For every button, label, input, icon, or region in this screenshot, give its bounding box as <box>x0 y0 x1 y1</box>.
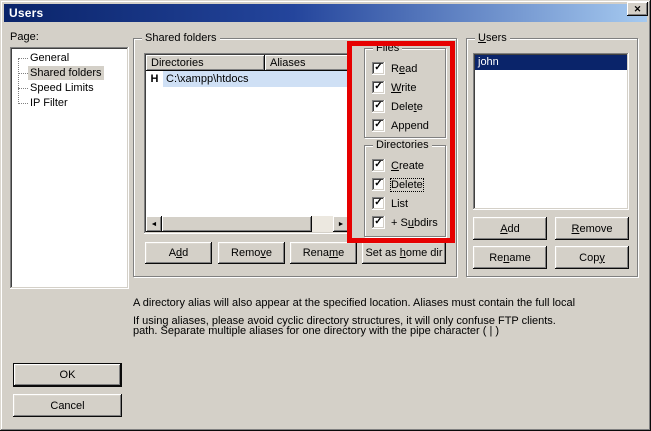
files-group-label: Files <box>373 42 402 54</box>
checkbox-files-append[interactable]: ✓ Append <box>372 119 429 132</box>
check-icon: ✓ <box>374 120 382 130</box>
checkbox-files-read[interactable]: ✓ Read <box>372 62 417 75</box>
horizontal-scrollbar[interactable]: ◄ ► <box>146 216 349 232</box>
checkbox[interactable]: ✓ <box>372 81 385 94</box>
checkbox-dirs-delete[interactable]: ✓ Delete <box>372 178 423 191</box>
checkbox-dirs-list[interactable]: ✓ List <box>372 197 408 210</box>
check-icon: ✓ <box>374 63 382 73</box>
shared-folders-group-label: Shared folders <box>142 32 220 44</box>
scrollbar-thumb[interactable] <box>162 216 312 232</box>
tree-line <box>18 103 28 104</box>
page-label: Page: <box>10 31 39 43</box>
directory-row[interactable]: H C:\xampp\htdocs <box>146 71 349 87</box>
check-icon: ✓ <box>374 198 382 208</box>
tree-item-shared-folders[interactable]: Shared folders <box>28 66 104 80</box>
directory-path[interactable]: C:\xampp\htdocs <box>163 71 349 87</box>
checkbox[interactable]: ✓ <box>372 216 385 229</box>
directories-list[interactable]: Directories Aliases H C:\xampp\htdocs ◄ … <box>144 53 351 234</box>
checkbox-dirs-create[interactable]: ✓ Create <box>372 159 424 172</box>
ok-button[interactable]: OK <box>13 363 122 387</box>
check-icon: ✓ <box>374 217 382 227</box>
alias-note-line2: If using aliases, please avoid cyclic di… <box>133 314 645 328</box>
rename-user-button[interactable]: Rename <box>473 246 547 269</box>
remove-folder-button[interactable]: Remove <box>218 242 285 264</box>
page-tree[interactable]: General Shared folders Speed Limits IP F… <box>10 47 129 289</box>
close-button[interactable]: ✕ <box>627 2 648 16</box>
checkbox[interactable]: ✓ <box>372 100 385 113</box>
checkbox-dirs-subdirs[interactable]: ✓ + Subdirs <box>372 216 438 229</box>
copy-user-button[interactable]: Copy <box>555 246 629 269</box>
window-title: Users <box>4 6 43 20</box>
tree-line <box>18 58 19 104</box>
users-dialog: Users ✕ Page: General Shared folders Spe… <box>0 0 651 431</box>
close-icon: ✕ <box>634 4 642 15</box>
tree-line <box>18 88 28 89</box>
tree-line <box>18 58 28 59</box>
checkbox[interactable]: ✓ <box>372 62 385 75</box>
check-icon: ✓ <box>374 179 382 189</box>
scroll-left-button[interactable]: ◄ <box>146 216 162 232</box>
checkbox-files-delete[interactable]: ✓ Delete <box>372 100 423 113</box>
checkbox[interactable]: ✓ <box>372 159 385 172</box>
users-group-label: Users <box>475 32 510 44</box>
directories-group-label: Directories <box>373 139 432 151</box>
check-icon: ✓ <box>374 82 382 92</box>
set-as-home-dir-button[interactable]: Set as home dir <box>362 242 446 264</box>
check-icon: ✓ <box>374 160 382 170</box>
column-header-directories[interactable]: Directories <box>146 55 265 71</box>
tree-line <box>18 73 28 74</box>
scroll-right-button[interactable]: ► <box>333 216 349 232</box>
add-folder-button[interactable]: Add <box>145 242 212 264</box>
tree-item-ip-filter[interactable]: IP Filter <box>28 96 70 110</box>
add-user-button[interactable]: Add <box>473 217 547 240</box>
tree-item-speed-limits[interactable]: Speed Limits <box>28 81 96 95</box>
checkbox[interactable]: ✓ <box>372 119 385 132</box>
scroll-right-icon: ► <box>338 221 345 228</box>
check-icon: ✓ <box>374 101 382 111</box>
home-marker: H <box>146 71 163 87</box>
title-bar[interactable]: Users <box>4 4 647 22</box>
scroll-left-icon: ◄ <box>151 221 158 228</box>
remove-user-button[interactable]: Remove <box>555 217 629 240</box>
tree-item-general[interactable]: General <box>28 51 71 65</box>
rename-folder-button[interactable]: Rename <box>290 242 357 264</box>
user-list-item[interactable]: john <box>475 55 627 70</box>
cancel-button[interactable]: Cancel <box>13 394 122 417</box>
users-list[interactable]: john <box>473 53 629 210</box>
checkbox[interactable]: ✓ <box>372 178 385 191</box>
column-header-aliases[interactable]: Aliases <box>265 55 349 71</box>
checkbox[interactable]: ✓ <box>372 197 385 210</box>
checkbox-files-write[interactable]: ✓ Write <box>372 81 416 94</box>
